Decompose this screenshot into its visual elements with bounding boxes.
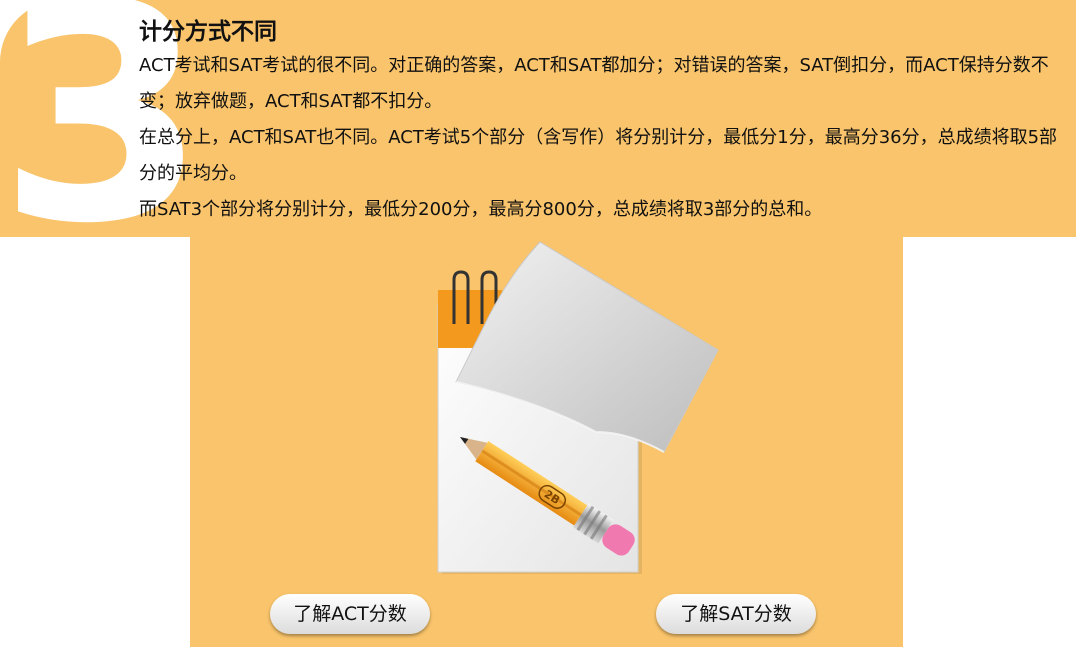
paragraph-sat-total: 而SAT3个部分将分别计分，最低分200分，最高分800分，总成绩将取3部分的总… — [139, 199, 823, 220]
paragraph-scoring-rules: ACT考试和SAT考试的很不同。对正确的答案，ACT和SAT都加分；对错误的答案… — [139, 55, 1049, 112]
learn-act-score-button[interactable]: 了解ACT分数 — [270, 594, 430, 634]
section-title: 计分方式不同 — [139, 19, 277, 45]
paragraph-act-total: 在总分上，ACT和SAT也不同。ACT考试5个部分（含写作）将分别计分，最低分1… — [139, 127, 1058, 184]
section-content: 计分方式不同 ACT考试和SAT考试的很不同。对正确的答案，ACT和SAT都加分… — [139, 17, 1064, 228]
notepad-pencil-icon: 2B — [420, 232, 720, 592]
learn-sat-score-button[interactable]: 了解SAT分数 — [656, 594, 816, 634]
section-number: 3 — [0, 0, 207, 289]
